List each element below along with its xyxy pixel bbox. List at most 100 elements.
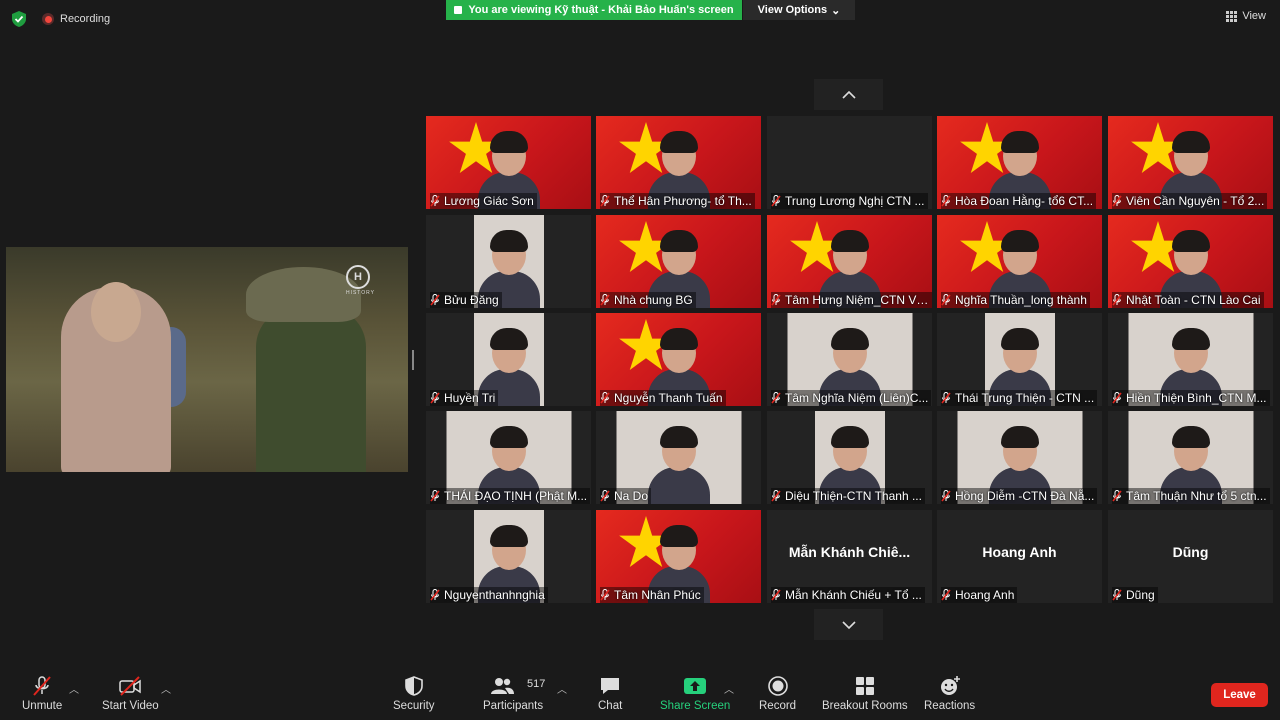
- participant-name: Hồng Diễm -CTN Đà Nẵ...: [955, 488, 1095, 503]
- participant-tile[interactable]: Huyền Tri: [426, 313, 591, 406]
- participant-tile[interactable]: Hiền Thiện Bình_CTN M...: [1108, 313, 1273, 406]
- participant-tile[interactable]: Nghĩa Thuần_long thành: [937, 215, 1102, 308]
- breakout-rooms-button[interactable]: Breakout Rooms: [822, 675, 908, 712]
- chat-bubble-icon: [601, 678, 620, 694]
- muted-mic-icon: [430, 293, 440, 305]
- audio-options-caret[interactable]: ︿: [69, 681, 79, 696]
- muted-mic-icon: [600, 391, 610, 403]
- muted-mic-icon: [1112, 194, 1122, 206]
- security-shield-icon[interactable]: [11, 11, 27, 27]
- muted-mic-icon: [941, 194, 951, 206]
- muted-mic-icon: [600, 194, 610, 206]
- share-screen-button[interactable]: Share Screen: [660, 675, 730, 712]
- start-video-label: Start Video: [102, 700, 159, 712]
- record-icon: [767, 676, 788, 696]
- security-button[interactable]: Security: [393, 675, 435, 712]
- muted-mic-icon: [771, 194, 781, 206]
- participant-tile[interactable]: Thể Hân Phương- tổ Th...: [596, 116, 761, 209]
- gallery-grid-icon: [1226, 10, 1238, 22]
- participant-tile[interactable]: Nhật Toàn - CTN Lào Cai: [1108, 215, 1273, 308]
- participant-tile[interactable]: Viên Cần Nguyên - Tổ 2...: [1108, 116, 1273, 209]
- breakout-rooms-grid-icon: [855, 677, 874, 695]
- chevron-up-icon: [841, 90, 856, 99]
- leave-button[interactable]: Leave: [1211, 683, 1268, 707]
- participant-name: Nghĩa Thuần_long thành: [955, 292, 1087, 307]
- start-video-button[interactable]: Start Video: [102, 675, 159, 712]
- participant-name-label: Nghĩa Thuần_long thành: [937, 291, 1102, 308]
- muted-mic-icon: [771, 588, 781, 600]
- participant-name-label: Bửu Đăng: [426, 291, 591, 308]
- shared-screen-video[interactable]: H HISTORY: [6, 247, 408, 472]
- view-options-label: View Options: [757, 4, 828, 16]
- muted-mic-icon: [600, 489, 610, 501]
- video-options-caret[interactable]: ︿: [161, 681, 171, 696]
- participant-tile[interactable]: Thái Trung Thiện - CTN ...: [937, 313, 1102, 406]
- participant-name: Trung Lương Nghị CTN ...: [785, 193, 925, 208]
- gallery-page-down-button[interactable]: [814, 609, 883, 640]
- participant-tile[interactable]: Lương Giác Sơn: [426, 116, 591, 209]
- unmute-button[interactable]: Unmute: [22, 675, 62, 712]
- participant-name: THÁI ĐẠO TỊNH (Phật M...: [444, 488, 588, 503]
- participant-tile[interactable]: Tâm Nhân Phúc: [596, 510, 761, 603]
- muted-mic-icon: [600, 293, 610, 305]
- participant-name-label: Dũng: [1108, 586, 1273, 603]
- history-watermark: HISTORY: [345, 290, 375, 296]
- participant-tile[interactable]: Hòa Đoan Hằng- tổ6 CT...: [937, 116, 1102, 209]
- reactions-button[interactable]: Reactions: [924, 675, 975, 712]
- participant-tile[interactable]: Nhà chung BG: [596, 215, 761, 308]
- participant-tile[interactable]: Na Do: [596, 411, 761, 504]
- participant-name-label: Lương Giác Sơn: [426, 192, 591, 209]
- view-options-button[interactable]: View Options ⌄: [743, 0, 855, 20]
- participant-tile[interactable]: Hoang Anh Hoang Anh: [937, 510, 1102, 603]
- history-logo: H: [346, 265, 370, 289]
- participants-options-caret[interactable]: ︿: [557, 681, 567, 696]
- participant-tile[interactable]: Bửu Đăng: [426, 215, 591, 308]
- participant-name-label: Thái Trung Thiện - CTN ...: [937, 389, 1102, 406]
- participant-tile[interactable]: Nguyễn Thanh Tuấn: [596, 313, 761, 406]
- viewing-screen-banner: You are viewing Kỹ thuật - Khải Bảo Huấn…: [446, 0, 742, 20]
- participant-tile[interactable]: Mẫn Khánh Chiê... Mẫn Khánh Chiếu + Tổ ..…: [767, 510, 932, 603]
- participant-tile[interactable]: Trung Lương Nghị CTN ...: [767, 116, 932, 209]
- participant-tile[interactable]: Dũng Dũng: [1108, 510, 1273, 603]
- participant-tile[interactable]: THÁI ĐẠO TỊNH (Phật M...: [426, 411, 591, 504]
- muted-mic-icon: [600, 588, 610, 600]
- view-button[interactable]: View: [1226, 10, 1266, 22]
- muted-mic-icon: [941, 293, 951, 305]
- participant-name-label: Hiền Thiện Bình_CTN M...: [1108, 389, 1273, 406]
- participant-name: Lương Giác Sơn: [444, 193, 534, 208]
- recording-indicator[interactable]: Recording: [42, 10, 110, 28]
- share-screen-label: Share Screen: [660, 700, 731, 712]
- participant-tile[interactable]: Nguyenthanhnghia: [426, 510, 591, 603]
- participant-name: Nguyễn Thanh Tuấn: [614, 390, 723, 405]
- participant-tile[interactable]: Diệu Thiện-CTN Thanh ...: [767, 411, 932, 504]
- participant-tile[interactable]: Tâm Hưng Niệm_CTN Vĩ...: [767, 215, 932, 308]
- participant-name: Na Do: [614, 488, 649, 503]
- share-options-caret[interactable]: ︿: [724, 681, 734, 696]
- muted-microphone-icon: [33, 676, 51, 696]
- participant-name: Viên Cần Nguyên - Tổ 2...: [1126, 193, 1265, 208]
- participant-tile[interactable]: Tâm Nghĩa Niệm (Liên)C...: [767, 313, 932, 406]
- participant-tile[interactable]: Tâm Thuận Như tổ 5 ctn...: [1108, 411, 1273, 504]
- participant-name-label: Huyền Tri: [426, 389, 591, 406]
- view-label: View: [1242, 10, 1266, 22]
- muted-mic-icon: [941, 489, 951, 501]
- participant-name-label: Nhật Toàn - CTN Lào Cai: [1108, 291, 1273, 308]
- participant-name: Hiền Thiện Bình_CTN M...: [1126, 390, 1267, 405]
- participant-display-name: Hoang Anh: [982, 544, 1057, 560]
- participant-name: Mẫn Khánh Chiếu + Tổ ...: [785, 587, 922, 602]
- split-view-divider[interactable]: [412, 350, 414, 370]
- participant-name: Hòa Đoan Hằng- tổ6 CT...: [955, 193, 1094, 208]
- unmute-label: Unmute: [22, 700, 63, 712]
- participant-name-label: Thể Hân Phương- tổ Th...: [596, 192, 761, 209]
- record-button[interactable]: Record: [759, 675, 796, 712]
- recording-label: Recording: [60, 13, 111, 25]
- participant-name-label: Viên Cần Nguyên - Tổ 2...: [1108, 192, 1273, 209]
- chat-button[interactable]: Chat: [598, 675, 622, 712]
- muted-mic-icon: [771, 391, 781, 403]
- participant-name: Nhật Toàn - CTN Lào Cai: [1126, 292, 1261, 307]
- participant-tile[interactable]: Hồng Diễm -CTN Đà Nẵ...: [937, 411, 1102, 504]
- chat-label: Chat: [598, 700, 623, 712]
- participant-name: Thể Hân Phương- tổ Th...: [614, 193, 752, 208]
- participant-count: 517: [527, 678, 546, 690]
- gallery-page-up-button[interactable]: [814, 79, 883, 110]
